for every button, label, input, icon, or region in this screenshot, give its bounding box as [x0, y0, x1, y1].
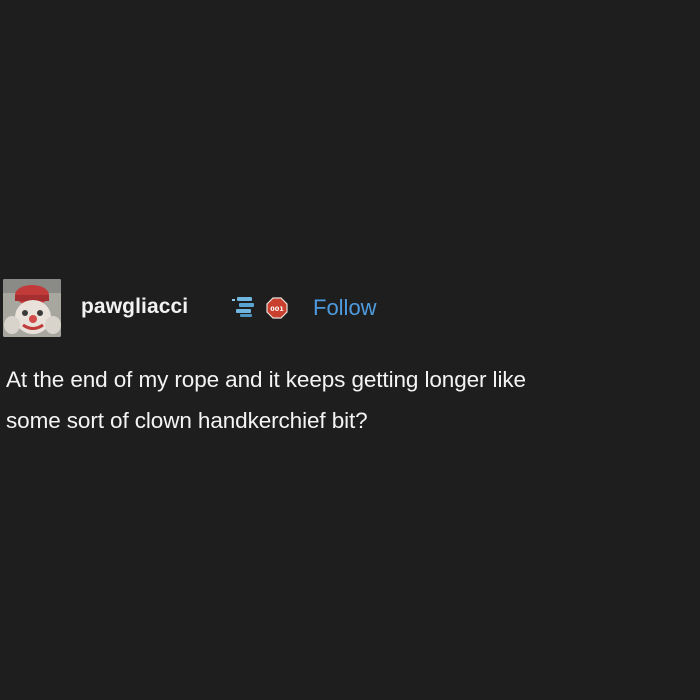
post-body-line: At the end of my rope and it keeps getti…	[6, 367, 526, 392]
stacked-books-badge-icon[interactable]	[231, 296, 257, 318]
avatar[interactable]	[3, 279, 61, 337]
post: pawgliacci 001 Follow At the end of my r…	[0, 276, 700, 433]
stop-sign-badge-icon[interactable]: 001	[266, 297, 288, 319]
post-header: pawgliacci 001 Follow	[0, 276, 700, 338]
post-body: At the end of my rope and it keeps getti…	[6, 359, 696, 441]
follow-button[interactable]: Follow	[313, 295, 377, 321]
clown-avatar-icon	[3, 279, 61, 337]
post-body-line: some sort of clown handkerchief bit?	[6, 408, 368, 433]
stop-badge-text: 001	[270, 305, 284, 313]
username[interactable]: pawgliacci	[81, 295, 188, 319]
